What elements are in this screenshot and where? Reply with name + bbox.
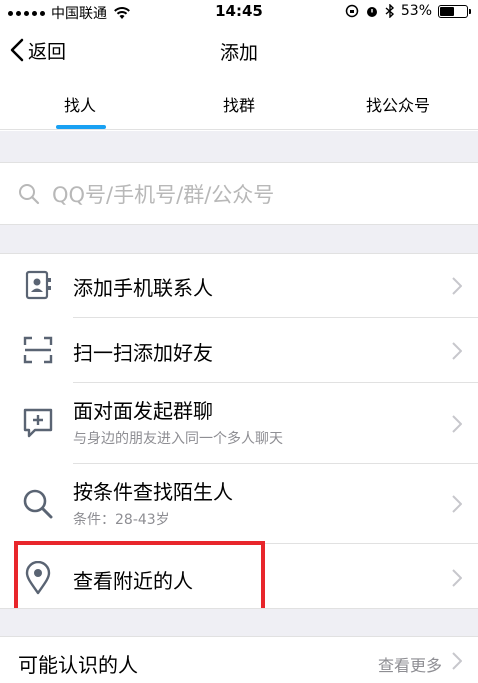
orientation-lock-icon: [345, 4, 359, 18]
chevron-right-icon: [452, 341, 462, 360]
list-item-add-phone-contacts[interactable]: 添加手机联系人: [0, 254, 478, 318]
section-title: 可能认识的人: [18, 653, 138, 677]
list-item-scan-add-friend[interactable]: 扫一扫添加好友: [0, 318, 478, 383]
search-input[interactable]: QQ号/手机号/群/公众号: [0, 162, 478, 225]
back-label: 返回: [28, 40, 67, 63]
active-tab-indicator: [56, 125, 106, 129]
nav-bar: 返回 添加: [0, 22, 478, 78]
add-options-list: 添加手机联系人 扫一扫添加好友 面对面发起群聊 与身边的朋友进入同一个多人聊天: [0, 253, 478, 612]
scan-icon: [18, 336, 58, 364]
chevron-right-icon: [452, 495, 462, 513]
list-item-nearby-people[interactable]: 查看附近的人: [0, 544, 478, 612]
battery-fill: [440, 6, 454, 16]
search-icon: [19, 183, 40, 204]
location-pin-icon: [18, 561, 58, 595]
search-placeholder: QQ号/手机号/群/公众号: [52, 182, 275, 207]
tab-label: 找公众号: [365, 95, 430, 115]
tab-find-public-accounts[interactable]: 找公众号: [318, 78, 478, 129]
chat-add-icon: [18, 407, 58, 439]
status-bar: 中国联通 14:45 53%: [0, 0, 478, 22]
search-icon: [18, 488, 58, 520]
tab-label: 找人: [63, 95, 96, 115]
list-item-find-strangers[interactable]: 按条件查找陌生人 条件：28-43岁: [0, 464, 478, 544]
bluetooth-icon: [385, 4, 394, 18]
section-gap: [0, 608, 478, 636]
people-you-may-know-header: 可能认识的人 查看更多: [0, 636, 478, 683]
see-more-link[interactable]: 查看更多: [378, 652, 442, 676]
list-item-title: 添加手机联系人: [73, 276, 213, 300]
tab-find-people[interactable]: 找人: [0, 78, 160, 129]
back-button[interactable]: 返回: [10, 34, 66, 66]
list-item-title: 面对面发起群聊: [73, 399, 213, 423]
tab-label: 找群: [222, 95, 255, 115]
list-item-face-to-face-group[interactable]: 面对面发起群聊 与身边的朋友进入同一个多人聊天: [0, 383, 478, 464]
chevron-right-icon: [452, 652, 462, 670]
list-item-title: 查看附近的人: [73, 569, 193, 593]
status-right: 53%: [345, 3, 471, 19]
list-item-subtitle: 与身边的朋友进入同一个多人聊天: [73, 431, 283, 447]
list-item-subtitle: 条件：28-43岁: [73, 512, 170, 528]
chevron-right-icon: [452, 569, 462, 587]
chevron-left-icon: [10, 38, 24, 62]
list-item-title: 扫一扫添加好友: [73, 341, 213, 365]
page-title: 添加: [219, 42, 258, 64]
section-gap: [0, 225, 478, 253]
alarm-icon: [366, 7, 377, 17]
battery-icon: [438, 4, 471, 18]
battery-percent: 53%: [400, 3, 432, 19]
contact-book-icon: [18, 270, 58, 300]
tab-bar: 找人 找群 找公众号: [0, 78, 478, 130]
chevron-right-icon: [452, 277, 462, 295]
list-item-title: 按条件查找陌生人: [73, 480, 233, 504]
chevron-right-icon: [452, 414, 462, 433]
section-gap: [0, 131, 478, 162]
tab-find-groups[interactable]: 找群: [160, 78, 318, 129]
